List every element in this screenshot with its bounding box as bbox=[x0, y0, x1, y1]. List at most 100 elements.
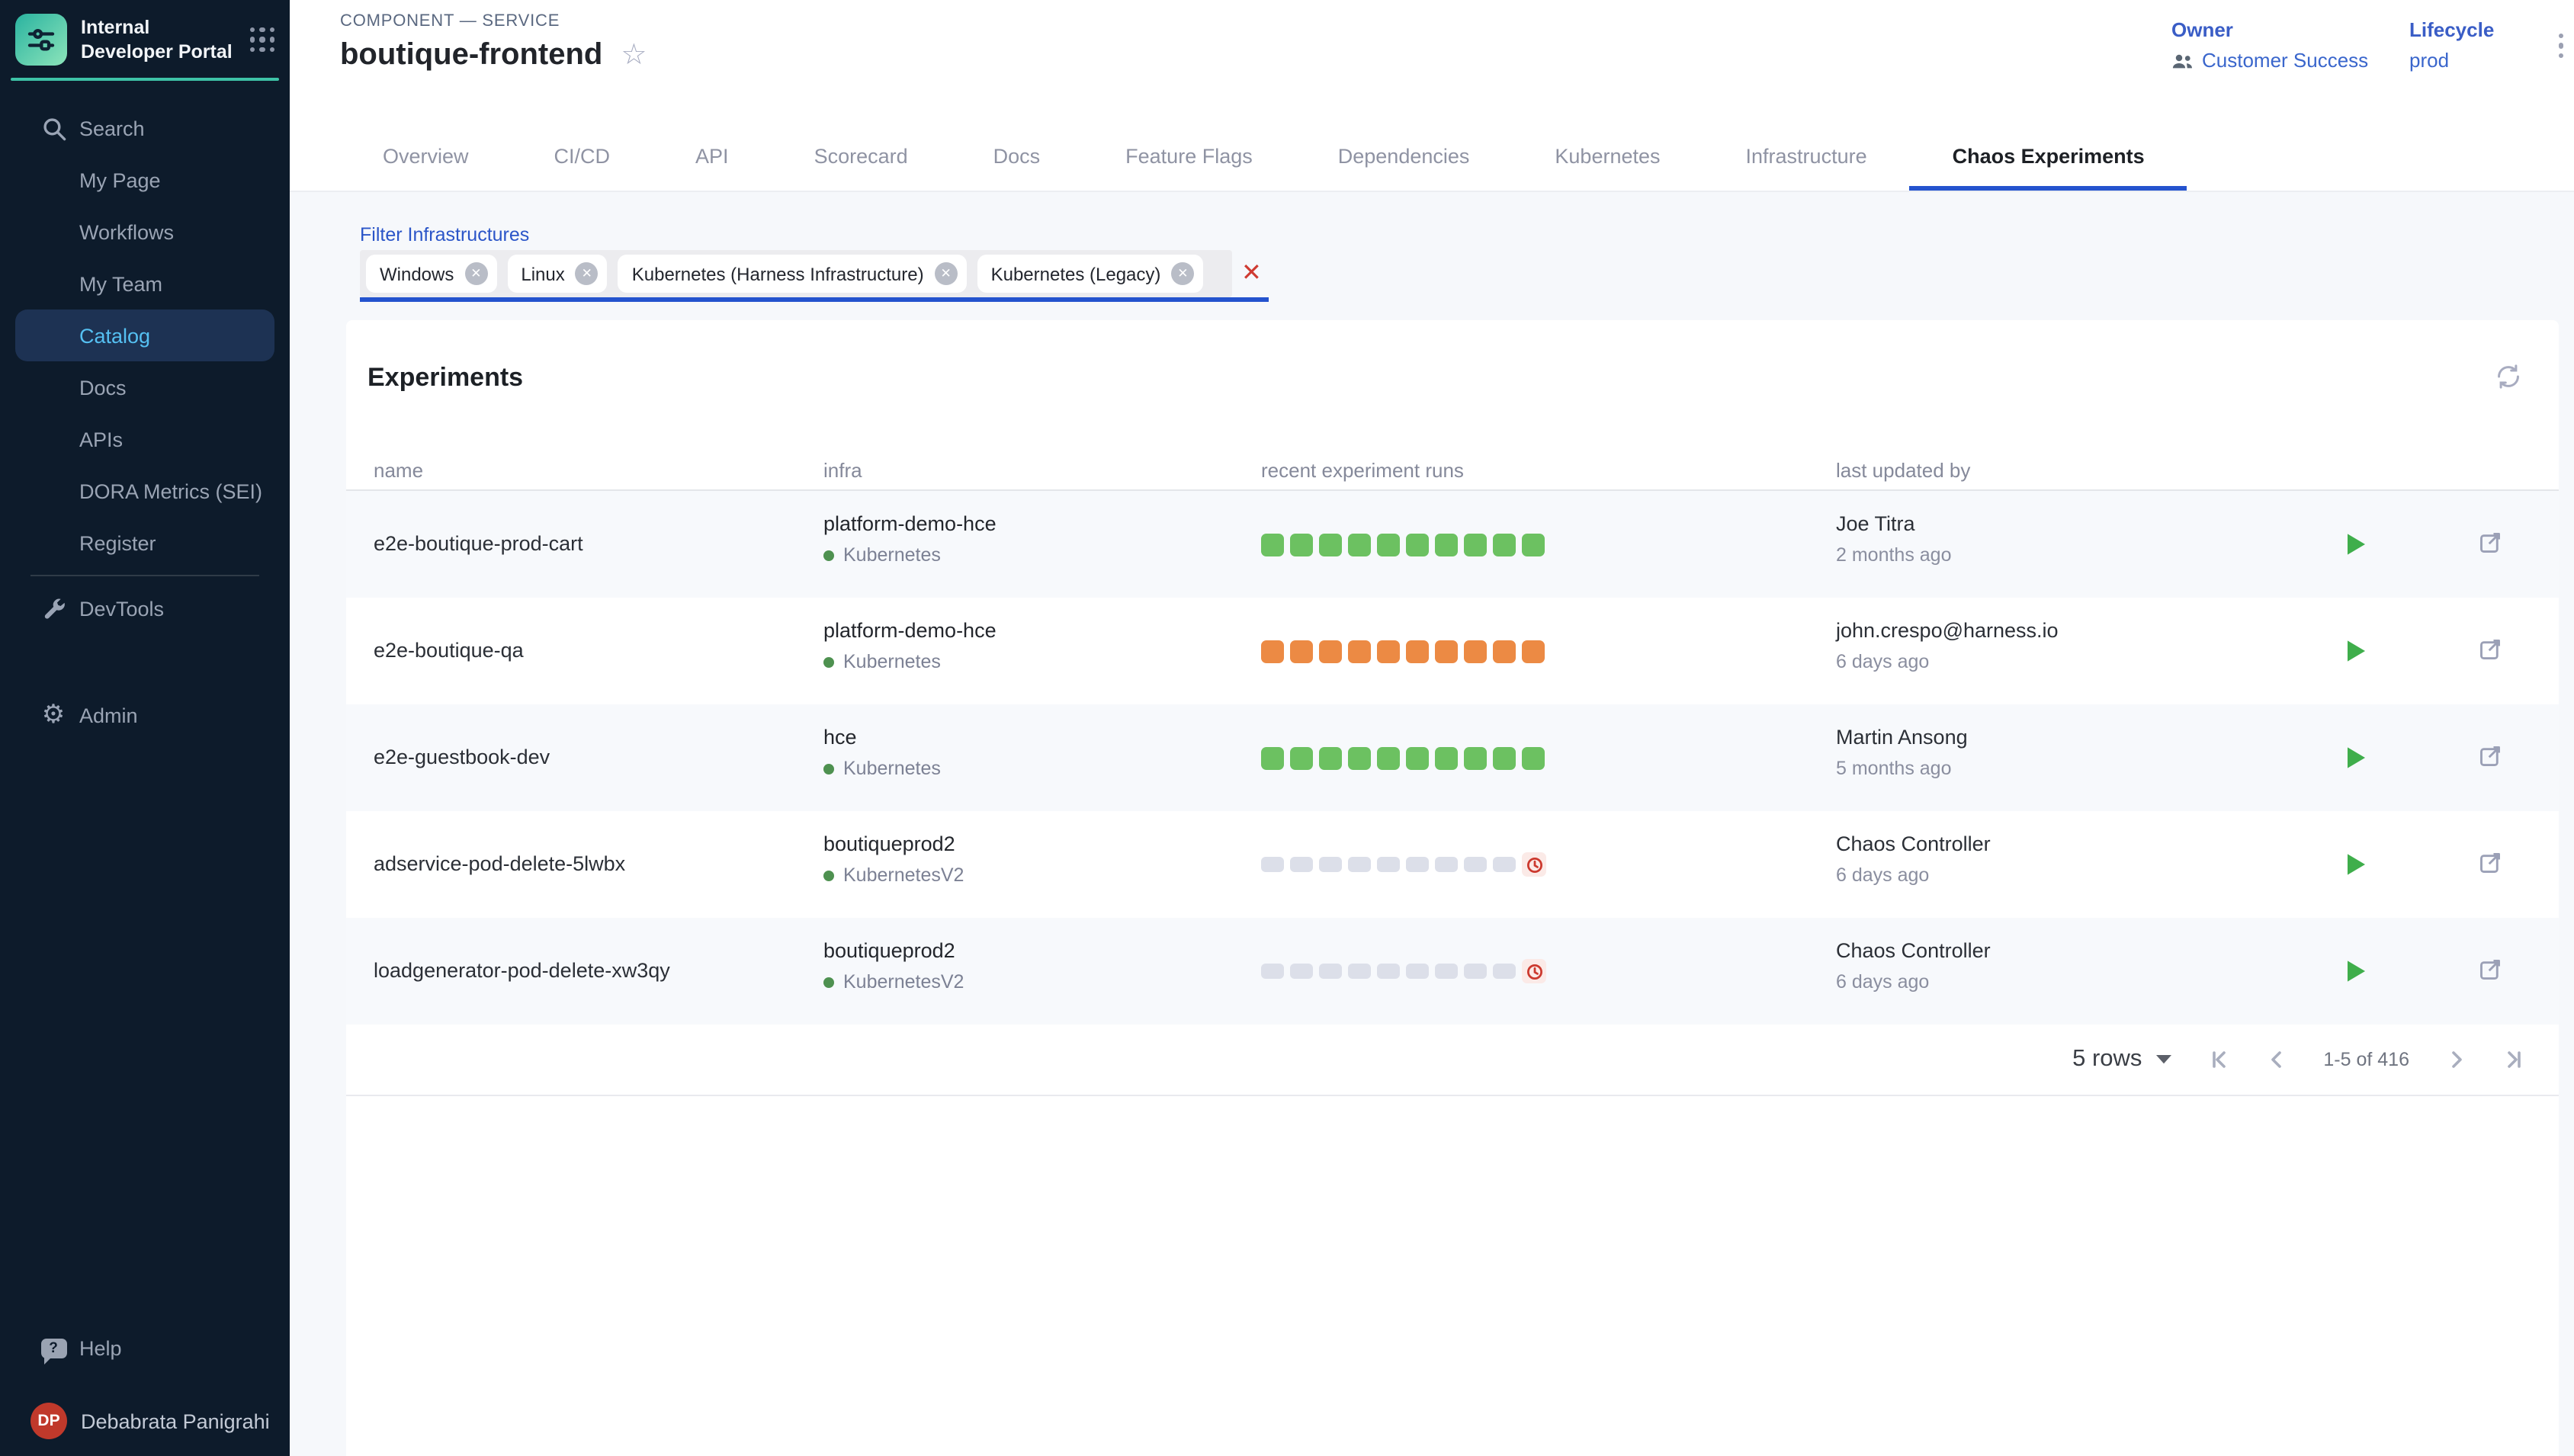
run-tile-success[interactable] bbox=[1493, 533, 1516, 556]
tab-ci-cd[interactable]: CI/CD bbox=[512, 127, 653, 191]
run-tile-success[interactable] bbox=[1261, 533, 1284, 556]
sidebar-item-devtools[interactable]: DevTools bbox=[15, 582, 274, 634]
run-tile-success[interactable] bbox=[1406, 746, 1429, 769]
next-page-button[interactable] bbox=[2446, 1049, 2467, 1070]
sidebar-item-apis[interactable]: APIs bbox=[15, 413, 274, 465]
run-tile-warning[interactable] bbox=[1464, 640, 1487, 662]
chip-remove-icon[interactable]: ✕ bbox=[464, 262, 487, 285]
run-tile-success[interactable] bbox=[1377, 533, 1400, 556]
run-tile-pending[interactable] bbox=[1261, 857, 1284, 872]
run-tile-scheduled[interactable] bbox=[1522, 852, 1546, 877]
open-experiment-button[interactable] bbox=[2478, 957, 2502, 989]
more-options-kebab-icon[interactable] bbox=[2553, 27, 2570, 64]
tab-docs[interactable]: Docs bbox=[951, 127, 1083, 191]
run-tile-pending[interactable] bbox=[1348, 964, 1371, 979]
favorite-star-icon[interactable]: ☆ bbox=[621, 41, 647, 70]
run-tile-warning[interactable] bbox=[1348, 640, 1371, 662]
tab-chaos-experiments[interactable]: Chaos Experiments bbox=[1910, 127, 2187, 191]
tab-overview[interactable]: Overview bbox=[340, 127, 512, 191]
run-tile-success[interactable] bbox=[1435, 533, 1458, 556]
sidebar-item-my-page[interactable]: My Page bbox=[15, 154, 274, 206]
run-tile-pending[interactable] bbox=[1493, 857, 1516, 872]
run-tile-pending[interactable] bbox=[1319, 857, 1342, 872]
apps-grid-icon[interactable] bbox=[250, 27, 274, 52]
run-tile-pending[interactable] bbox=[1290, 964, 1313, 979]
run-tile-success[interactable] bbox=[1319, 746, 1342, 769]
previous-page-button[interactable] bbox=[2265, 1049, 2287, 1070]
run-tile-success[interactable] bbox=[1435, 746, 1458, 769]
sidebar-item-docs[interactable]: Docs bbox=[15, 361, 274, 413]
tab-dependencies[interactable]: Dependencies bbox=[1295, 127, 1513, 191]
run-tile-pending[interactable] bbox=[1435, 857, 1458, 872]
run-tile-pending[interactable] bbox=[1377, 964, 1400, 979]
run-tile-success[interactable] bbox=[1522, 746, 1545, 769]
run-tile-scheduled[interactable] bbox=[1522, 959, 1546, 983]
owner-link[interactable]: Customer Success bbox=[2202, 49, 2368, 72]
run-tile-pending[interactable] bbox=[1290, 857, 1313, 872]
run-tile-warning[interactable] bbox=[1290, 640, 1313, 662]
sidebar-item-workflows[interactable]: Workflows bbox=[15, 206, 274, 258]
chip-remove-icon[interactable]: ✕ bbox=[935, 262, 958, 285]
run-tile-warning[interactable] bbox=[1522, 640, 1545, 662]
run-tile-warning[interactable] bbox=[1319, 640, 1342, 662]
run-tile-success[interactable] bbox=[1290, 746, 1313, 769]
infrastructure-filter-input[interactable]: Windows✕Linux✕Kubernetes (Harness Infras… bbox=[360, 250, 1232, 297]
run-tile-pending[interactable] bbox=[1493, 964, 1516, 979]
run-tile-warning[interactable] bbox=[1435, 640, 1458, 662]
clear-filters-icon[interactable]: ✕ bbox=[1241, 258, 1262, 287]
run-tile-success[interactable] bbox=[1319, 533, 1342, 556]
run-experiment-button[interactable] bbox=[2345, 852, 2367, 884]
sidebar-item-catalog[interactable]: Catalog bbox=[15, 309, 274, 361]
owner-value[interactable]: Customer Success bbox=[2171, 49, 2368, 72]
sidebar-item-my-team[interactable]: My Team bbox=[15, 258, 274, 309]
tab-feature-flags[interactable]: Feature Flags bbox=[1083, 127, 1295, 191]
sidebar-item-help[interactable]: ?Help bbox=[15, 1322, 274, 1374]
sidebar-item-search[interactable]: Search bbox=[15, 102, 274, 154]
run-tile-pending[interactable] bbox=[1464, 857, 1487, 872]
run-tile-success[interactable] bbox=[1377, 746, 1400, 769]
tab-kubernetes[interactable]: Kubernetes bbox=[1512, 127, 1703, 191]
run-tile-success[interactable] bbox=[1261, 746, 1284, 769]
run-tile-success[interactable] bbox=[1464, 533, 1487, 556]
run-tile-pending[interactable] bbox=[1435, 964, 1458, 979]
sidebar-user[interactable]: DP Debabrata Panigrahi bbox=[15, 1395, 274, 1447]
run-tile-pending[interactable] bbox=[1406, 964, 1429, 979]
tab-infrastructure[interactable]: Infrastructure bbox=[1703, 127, 1910, 191]
run-tile-success[interactable] bbox=[1348, 746, 1371, 769]
run-tile-warning[interactable] bbox=[1493, 640, 1516, 662]
run-tile-success[interactable] bbox=[1406, 533, 1429, 556]
sidebar-item-register[interactable]: Register bbox=[15, 517, 274, 569]
run-tile-pending[interactable] bbox=[1406, 857, 1429, 872]
run-experiment-button[interactable] bbox=[2345, 532, 2367, 564]
open-experiment-button[interactable] bbox=[2478, 744, 2502, 776]
chip-remove-icon[interactable]: ✕ bbox=[1171, 262, 1194, 285]
run-tile-pending[interactable] bbox=[1261, 964, 1284, 979]
run-tile-success[interactable] bbox=[1348, 533, 1371, 556]
sidebar-item-admin[interactable]: ⚙Admin bbox=[15, 689, 274, 741]
run-experiment-button[interactable] bbox=[2345, 639, 2367, 671]
rows-per-page-select[interactable]: 5 rows bbox=[2072, 1046, 2171, 1073]
run-tile-success[interactable] bbox=[1290, 533, 1313, 556]
open-experiment-button[interactable] bbox=[2478, 637, 2502, 669]
run-tile-pending[interactable] bbox=[1377, 857, 1400, 872]
tab-api[interactable]: API bbox=[653, 127, 772, 191]
open-experiment-button[interactable] bbox=[2478, 851, 2502, 883]
run-tile-success[interactable] bbox=[1522, 533, 1545, 556]
sidebar-item-dora-metrics-sei[interactable]: DORA Metrics (SEI) bbox=[15, 465, 274, 517]
run-tile-pending[interactable] bbox=[1464, 964, 1487, 979]
run-experiment-button[interactable] bbox=[2345, 746, 2367, 778]
open-experiment-button[interactable] bbox=[2478, 531, 2502, 563]
idp-logo[interactable] bbox=[15, 14, 67, 66]
first-page-button[interactable] bbox=[2207, 1049, 2229, 1070]
run-tile-pending[interactable] bbox=[1348, 857, 1371, 872]
run-tile-warning[interactable] bbox=[1261, 640, 1284, 662]
run-tile-pending[interactable] bbox=[1319, 964, 1342, 979]
run-tile-success[interactable] bbox=[1493, 746, 1516, 769]
run-tile-success[interactable] bbox=[1464, 746, 1487, 769]
tab-scorecard[interactable]: Scorecard bbox=[772, 127, 951, 191]
run-tile-warning[interactable] bbox=[1406, 640, 1429, 662]
last-page-button[interactable] bbox=[2504, 1049, 2525, 1070]
run-tile-warning[interactable] bbox=[1377, 640, 1400, 662]
run-experiment-button[interactable] bbox=[2345, 959, 2367, 991]
chip-remove-icon[interactable]: ✕ bbox=[576, 262, 599, 285]
